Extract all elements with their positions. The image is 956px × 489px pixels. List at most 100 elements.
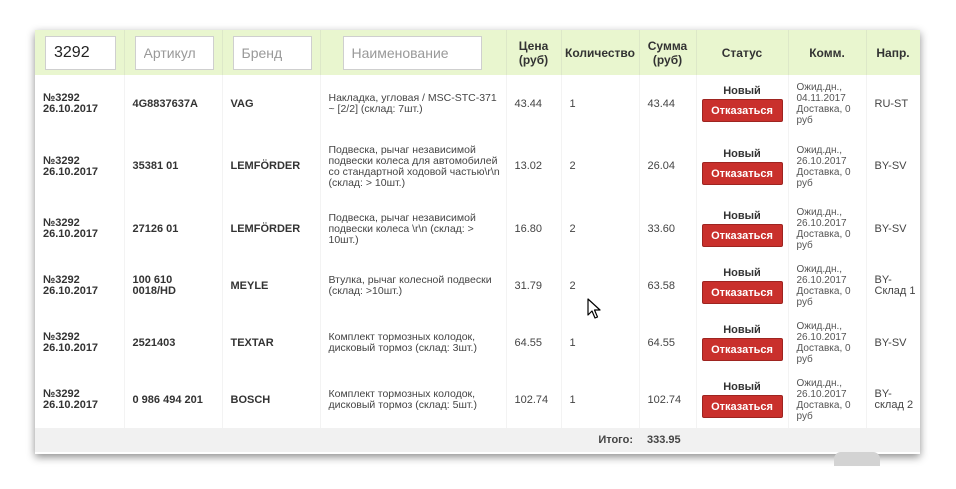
status-text: Новый	[723, 85, 761, 97]
order-date: 26.10.2017	[43, 399, 99, 411]
article-cell: 2521403	[124, 314, 223, 372]
quantity-cell: 2	[561, 200, 640, 258]
article-cell: 35381 01	[124, 133, 223, 200]
brand-filter-input[interactable]	[232, 35, 312, 70]
mouse-cursor-icon	[587, 298, 601, 319]
direction-cell: BY-склад 2	[866, 372, 920, 428]
name-cell: Комплект тормозных колодок, дисковый тор…	[320, 314, 507, 372]
comment-cell: Ожид.дн., 26.10.2017 Доставка, 0 руб	[788, 258, 867, 314]
status-cell: Новый Отказаться	[696, 75, 789, 133]
table-row: №3292 26.10.2017 27126 01 LEMFÖRDER Подве…	[35, 200, 920, 258]
table-row: №3292 26.10.2017 2521403 TEXTAR Комплект …	[35, 314, 920, 372]
article-cell: 0 986 494 201	[124, 372, 223, 428]
article-cell: 27126 01	[124, 200, 223, 258]
name-cell: Накладка, угловая / MSC-STC-371 ~ [2/2] …	[320, 75, 507, 133]
cancel-button[interactable]: Отказаться	[701, 224, 783, 247]
status-text: Новый	[723, 147, 761, 160]
comment-column-header[interactable]: Комм.	[788, 30, 867, 75]
direction-cell: BY-SV	[866, 314, 920, 372]
total-spacer	[696, 428, 920, 452]
article-cell: 100 610 0018/HD	[124, 258, 223, 314]
comment-cell: Ожид.дн., 26.10.2017 Доставка, 0 руб	[788, 372, 867, 428]
price-cell: 43.44	[506, 75, 562, 133]
direction-cell: BY-SV	[866, 133, 920, 200]
status-text: Новый	[723, 210, 761, 222]
brand-cell: MEYLE	[222, 258, 321, 314]
sum-cell: 63.58	[639, 258, 697, 314]
order-cell: №3292 26.10.2017	[35, 75, 125, 133]
order-filter-cell	[35, 30, 125, 75]
order-date: 26.10.2017	[43, 103, 99, 115]
cancel-button[interactable]: Отказаться	[701, 161, 783, 185]
comment-cell: Ожид.дн., 26.10.2017 Доставка, 0 руб	[788, 133, 867, 200]
sum-cell: 33.60	[639, 200, 697, 258]
status-text: Новый	[723, 381, 761, 393]
comment-cell: Ожид.дн., 04.11.2017 Доставка, 0 руб	[788, 75, 867, 133]
orders-panel: Цена (руб) Количество Сумма (руб) Статус…	[35, 30, 920, 454]
total-label: Итого:	[598, 434, 633, 446]
table-row: №3292 26.10.2017 4G8837637A VAG Накладка,…	[35, 75, 920, 133]
status-cell: Новый Отказаться	[696, 372, 789, 428]
order-number-filter-input[interactable]	[45, 35, 116, 70]
sum-column-header[interactable]: Сумма (руб)	[639, 30, 697, 75]
table-row: №3292 26.10.2017 0 986 494 201 BOSCH Комп…	[35, 372, 920, 428]
brand-filter-cell	[222, 30, 321, 75]
order-cell: №3292 26.10.2017	[35, 372, 125, 428]
order-cell: №3292 26.10.2017	[35, 314, 125, 372]
name-cell: Подвеска, рычаг независимой подвески кол…	[320, 133, 507, 200]
price-cell: 13.02	[506, 133, 562, 200]
quantity-column-header[interactable]: Количество	[561, 30, 640, 75]
comment-cell: Ожид.дн., 26.10.2017 Доставка, 0 руб	[788, 200, 867, 258]
quantity-cell: 1	[561, 75, 640, 133]
price-cell: 102.74	[506, 372, 562, 428]
status-text: Новый	[723, 267, 761, 279]
brand-cell: BOSCH	[222, 372, 321, 428]
direction-cell: BY-Склад 1	[866, 258, 920, 314]
total-value: 333.95	[647, 434, 681, 446]
order-cell: №3292 26.10.2017	[35, 133, 125, 200]
price-column-header[interactable]: Цена (руб)	[506, 30, 562, 75]
quantity-cell: 1	[561, 314, 640, 372]
comment-cell: Ожид.дн., 26.10.2017 Доставка, 0 руб	[788, 314, 867, 372]
horizontal-scrollbar-thumb[interactable]	[834, 452, 880, 466]
table-row: №3292 26.10.2017 35381 01 LEMFÖRDER Подве…	[35, 133, 920, 200]
article-filter-input[interactable]	[134, 35, 214, 70]
name-filter-input[interactable]	[342, 35, 482, 70]
sum-cell: 102.74	[639, 372, 697, 428]
quantity-cell: 1	[561, 372, 640, 428]
cancel-button[interactable]: Отказаться	[701, 338, 783, 361]
order-cell: №3292 26.10.2017	[35, 258, 125, 314]
cancel-button[interactable]: Отказаться	[701, 281, 783, 304]
order-date: 26.10.2017	[43, 285, 99, 297]
article-cell: 4G8837637A	[124, 75, 223, 133]
brand-cell: LEMFÖRDER	[222, 133, 321, 200]
brand-cell: LEMFÖRDER	[222, 200, 321, 258]
status-cell: Новый Отказаться	[696, 314, 789, 372]
status-cell: Новый Отказаться	[696, 200, 789, 258]
name-cell: Комплект тормозных колодок, дисковый тор…	[320, 372, 507, 428]
name-filter-cell	[320, 30, 507, 75]
name-cell: Подвеска, рычаг независимой подвески кол…	[320, 200, 507, 258]
orders-table: Цена (руб) Количество Сумма (руб) Статус…	[35, 30, 920, 452]
status-text: Новый	[723, 324, 761, 336]
direction-cell: RU-ST	[866, 75, 920, 133]
price-cell: 64.55	[506, 314, 562, 372]
quantity-cell: 2	[561, 133, 640, 200]
table-header-row: Цена (руб) Количество Сумма (руб) Статус…	[35, 30, 920, 75]
status-cell: Новый Отказаться	[696, 258, 789, 314]
sum-cell: 26.04	[639, 133, 697, 200]
brand-cell: TEXTAR	[222, 314, 321, 372]
status-cell: Новый Отказаться	[696, 133, 789, 200]
direction-column-header[interactable]: Напр.	[866, 30, 920, 75]
total-row: Итого: 333.95	[35, 428, 920, 452]
brand-cell: VAG	[222, 75, 321, 133]
price-cell: 16.80	[506, 200, 562, 258]
status-column-header[interactable]: Статус	[696, 30, 789, 75]
order-date: 26.10.2017	[43, 165, 99, 178]
cancel-button[interactable]: Отказаться	[701, 395, 783, 418]
order-cell: №3292 26.10.2017	[35, 200, 125, 258]
article-filter-cell	[124, 30, 223, 75]
order-date: 26.10.2017	[43, 342, 99, 354]
name-cell: Втулка, рычаг колесной подвески (склад: …	[320, 258, 507, 314]
cancel-button[interactable]: Отказаться	[701, 99, 783, 122]
